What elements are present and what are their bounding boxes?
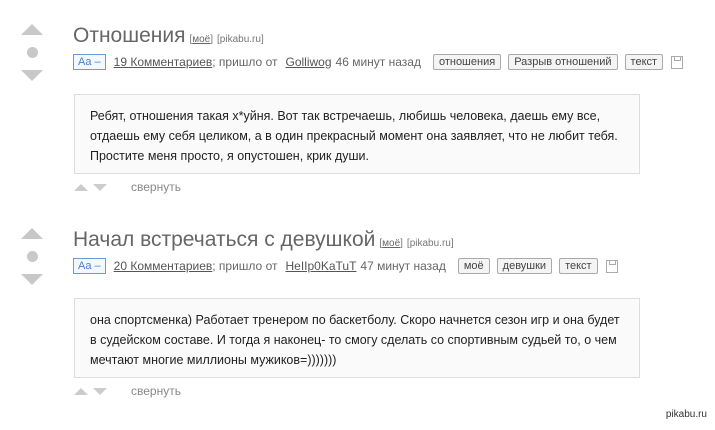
- post-title[interactable]: Отношения: [73, 24, 185, 47]
- post-title-row: Начал встречаться с девушкой [моё] [pikabu…: [73, 228, 454, 252]
- rating-dot-icon: [26, 47, 38, 58]
- meta-link-mine[interactable]: [моё]: [189, 34, 213, 45]
- post-content: она спортсменка) Работает тренером по ба…: [74, 298, 640, 378]
- post-time: 46 минут назад: [335, 55, 421, 69]
- post-title-row: Отношения [моё] [pikabu.ru]: [73, 24, 264, 48]
- rating-dot-icon: [26, 251, 38, 262]
- post-info-row: Aa – 20 Комментариев ; пришло от HeIIp0K…: [73, 258, 618, 274]
- came-from-label: ; пришло от: [212, 259, 278, 273]
- post-content: Ребят, отношения такая х*уйня. Вот так в…: [74, 94, 640, 174]
- tag[interactable]: текст: [559, 258, 598, 274]
- upvote-small-icon[interactable]: [74, 387, 88, 395]
- downvote-icon[interactable]: [21, 70, 43, 81]
- watermark: pikabu.ru: [665, 409, 707, 420]
- post-time: 47 минут назад: [360, 259, 446, 273]
- vote-column: [20, 228, 44, 285]
- author-link[interactable]: Golliwog: [285, 55, 331, 69]
- upvote-icon[interactable]: [21, 24, 43, 35]
- tag[interactable]: моё: [457, 258, 490, 274]
- tag[interactable]: девушки: [496, 258, 553, 274]
- comments-link[interactable]: 19 Комментариев: [114, 55, 213, 69]
- downvote-icon[interactable]: [21, 274, 43, 285]
- font-size-toggle[interactable]: Aa –: [73, 54, 106, 70]
- downvote-small-icon[interactable]: [93, 183, 107, 191]
- tag[interactable]: Разрыв отношений: [508, 54, 618, 70]
- comments-link[interactable]: 20 Комментариев: [114, 259, 213, 273]
- tag[interactable]: отношения: [432, 54, 502, 70]
- save-icon[interactable]: [605, 259, 618, 273]
- meta-link-mine[interactable]: [моё]: [379, 238, 403, 249]
- came-from-label: ; пришло от: [212, 55, 278, 69]
- meta-link-source[interactable]: [pikabu.ru]: [217, 34, 264, 45]
- tag[interactable]: текст: [624, 54, 664, 70]
- upvote-icon[interactable]: [21, 228, 43, 239]
- vote-column: [20, 24, 44, 81]
- upvote-small-icon[interactable]: [74, 183, 88, 191]
- font-size-toggle[interactable]: Aa –: [73, 258, 106, 274]
- post-info-row: Aa – 19 Комментариев ; пришло от Golliwo…: [73, 54, 684, 70]
- save-icon[interactable]: [671, 55, 684, 69]
- collapse-link[interactable]: свернуть: [131, 384, 181, 398]
- collapse-link[interactable]: свернуть: [131, 180, 181, 194]
- post-footer: свернуть: [74, 180, 181, 194]
- post-footer: свернуть: [74, 384, 181, 398]
- author-link[interactable]: HeIIp0KaTuT: [285, 259, 356, 273]
- meta-link-source[interactable]: [pikabu.ru]: [407, 238, 454, 249]
- downvote-small-icon[interactable]: [93, 387, 107, 395]
- post-title[interactable]: Начал встречаться с девушкой: [73, 228, 375, 251]
